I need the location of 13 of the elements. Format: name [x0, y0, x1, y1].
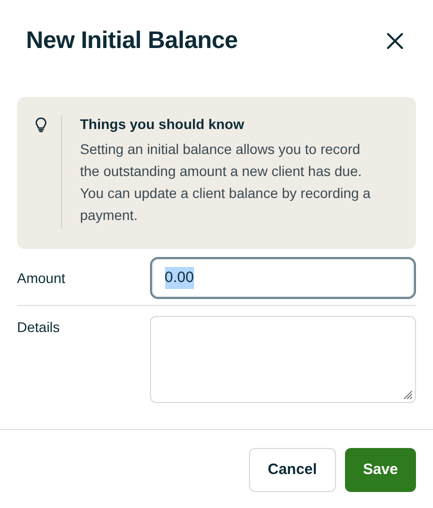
amount-field[interactable]: 0.00: [150, 257, 416, 299]
field-label: Details: [17, 318, 61, 337]
dialog-title: New Initial Balance: [26, 26, 238, 56]
field-label: Amount: [17, 269, 66, 288]
field-value: 0.00: [164, 266, 194, 290]
notice-title: Things you should know: [80, 115, 246, 133]
save-button[interactable]: Save: [344, 448, 416, 492]
notice-text: Setting an initial balance allows you to record the outstanding amount a new client has due. You can update a client balance by recording a payment.: [80, 140, 372, 225]
close-icon[interactable]: [385, 31, 405, 51]
details-field[interactable]: [150, 316, 416, 403]
cancel-button[interactable]: Cancel: [248, 448, 336, 492]
lightbulb-icon: [35, 117, 47, 133]
resize-handle-icon[interactable]: [403, 390, 413, 400]
